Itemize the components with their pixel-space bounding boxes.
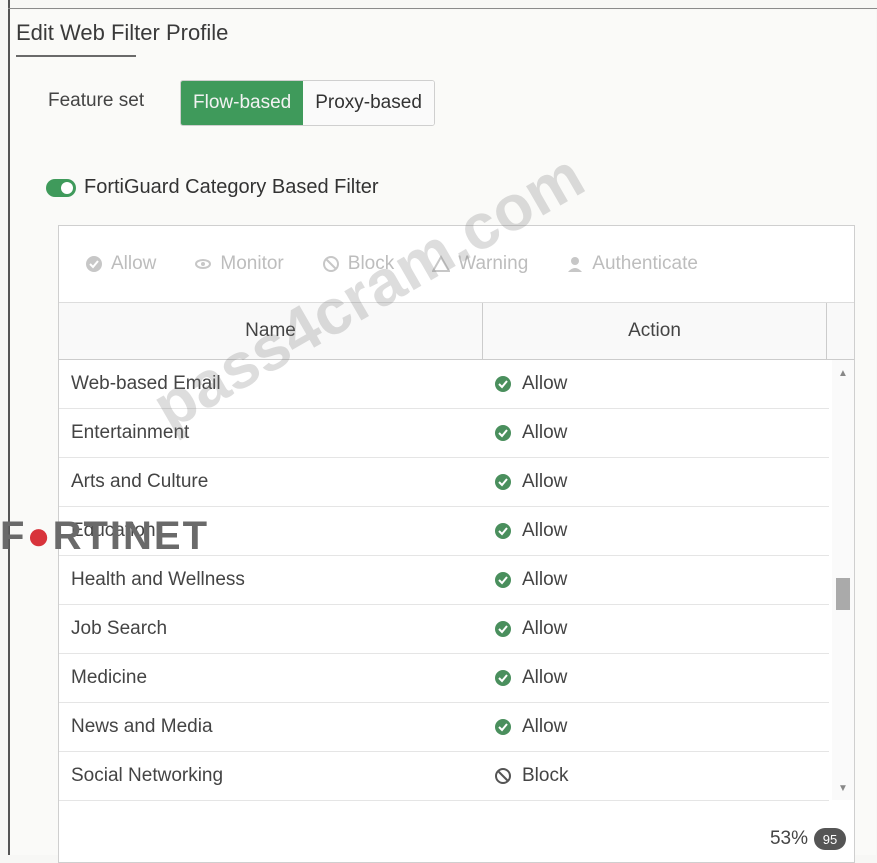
- rating-percent: 53%: [769, 828, 808, 849]
- monitor-eye-icon: [195, 259, 212, 269]
- table-row[interactable]: Medicine Allow: [59, 654, 829, 703]
- table-row[interactable]: Web-based Email Allow: [59, 360, 829, 409]
- fortiguard-label: FortiGuard Category Based Filter: [84, 176, 379, 198]
- row-action-label: Allow: [522, 716, 568, 737]
- row-action: Allow: [482, 520, 567, 542]
- check-circle-icon: [495, 523, 511, 539]
- fortiguard-toggle[interactable]: [46, 178, 76, 197]
- toolbar-monitor-label: Monitor: [220, 253, 284, 274]
- row-action-label: Allow: [522, 471, 568, 492]
- check-circle-icon: [86, 256, 102, 272]
- edit-web-filter-panel: Edit Web Filter Profile Feature set Flow…: [10, 10, 876, 863]
- row-name: Health and Wellness: [71, 569, 245, 590]
- toolbar-authenticate-label: Authenticate: [592, 253, 698, 274]
- toolbar-monitor-button[interactable]: Monitor: [194, 253, 284, 275]
- row-action-label: Allow: [522, 618, 568, 639]
- count-badge: 95: [814, 828, 846, 850]
- table-footer: 53% 95: [770, 828, 846, 850]
- scroll-up-arrow-icon[interactable]: ▲: [838, 368, 848, 379]
- row-action: Allow: [482, 716, 567, 738]
- check-circle-icon: [495, 425, 511, 441]
- row-action-label: Allow: [522, 520, 568, 541]
- row-action: Allow: [482, 422, 567, 444]
- toolbar-allow-label: Allow: [111, 253, 157, 274]
- proxy-based-button[interactable]: Proxy-based: [303, 81, 434, 125]
- row-action-label: Allow: [522, 569, 568, 590]
- row-action: Allow: [482, 667, 567, 689]
- flow-based-button[interactable]: Flow-based: [181, 81, 304, 125]
- row-name: Medicine: [71, 667, 148, 688]
- row-action: Block: [482, 765, 568, 787]
- page-title: Edit Web Filter Profile: [16, 20, 229, 45]
- action-toolbar: Allow Monitor Block Warning Authenticate: [59, 226, 854, 303]
- block-icon: [495, 768, 511, 784]
- table-row[interactable]: Arts and Culture Allow: [59, 458, 829, 507]
- row-action: Allow: [482, 569, 567, 591]
- row-action: Allow: [482, 618, 567, 640]
- check-circle-icon: [495, 670, 511, 686]
- check-circle-icon: [495, 621, 511, 637]
- row-action: Allow: [482, 471, 567, 493]
- block-icon: [322, 256, 339, 272]
- check-circle-icon: [495, 572, 511, 588]
- title-underline: [16, 55, 136, 57]
- toolbar-warning-label: Warning: [458, 253, 529, 274]
- row-name: News and Media: [71, 716, 213, 737]
- warning-icon: [432, 255, 451, 272]
- toolbar-warning-button[interactable]: Warning: [432, 253, 528, 275]
- row-action-label: Allow: [522, 422, 568, 443]
- table-scrollbar[interactable]: ▲ ▼: [832, 360, 854, 800]
- row-action-label: Allow: [522, 667, 568, 688]
- check-circle-icon: [495, 719, 511, 735]
- toolbar-authenticate-button[interactable]: Authenticate: [566, 253, 698, 275]
- window-border-top: [8, 8, 877, 9]
- table-row[interactable]: Entertainment Allow: [59, 409, 829, 458]
- row-action-label: Allow: [522, 373, 568, 394]
- scroll-down-arrow-icon[interactable]: ▼: [838, 783, 848, 794]
- column-header-name[interactable]: Name: [59, 303, 483, 359]
- row-name: Arts and Culture: [71, 471, 209, 492]
- row-name: Job Search: [71, 618, 168, 639]
- row-name: Social Networking: [71, 765, 224, 786]
- row-action-label: Block: [522, 765, 569, 786]
- row-name: Entertainment: [71, 422, 190, 443]
- toolbar-allow-button[interactable]: Allow: [85, 253, 156, 275]
- row-name: Web-based Email: [71, 373, 221, 394]
- fortinet-logo: F●RTINET: [0, 514, 210, 558]
- toolbar-block-label: Block: [347, 253, 395, 274]
- table-row[interactable]: Social Networking Block: [59, 752, 829, 801]
- scroll-thumb[interactable]: [836, 578, 850, 610]
- feature-set-label: Feature set: [48, 90, 145, 111]
- user-icon: [568, 257, 583, 272]
- table-row[interactable]: Job Search Allow: [59, 605, 829, 654]
- table-body: Web-based Email Allow Entertainment Allo…: [59, 360, 829, 801]
- check-circle-icon: [495, 474, 511, 490]
- table-row[interactable]: Health and Wellness Allow: [59, 556, 829, 605]
- toolbar-block-button[interactable]: Block: [322, 253, 394, 275]
- row-action: Allow: [482, 373, 567, 395]
- check-circle-icon: [495, 376, 511, 392]
- table-row[interactable]: News and Media Allow: [59, 703, 829, 752]
- column-header-action[interactable]: Action: [483, 303, 827, 359]
- table-header: Name Action: [59, 303, 854, 360]
- feature-set-toggle: Flow-based Proxy-based: [180, 80, 435, 126]
- fortiguard-filter-toggle-row: FortiGuard Category Based Filter: [46, 176, 379, 199]
